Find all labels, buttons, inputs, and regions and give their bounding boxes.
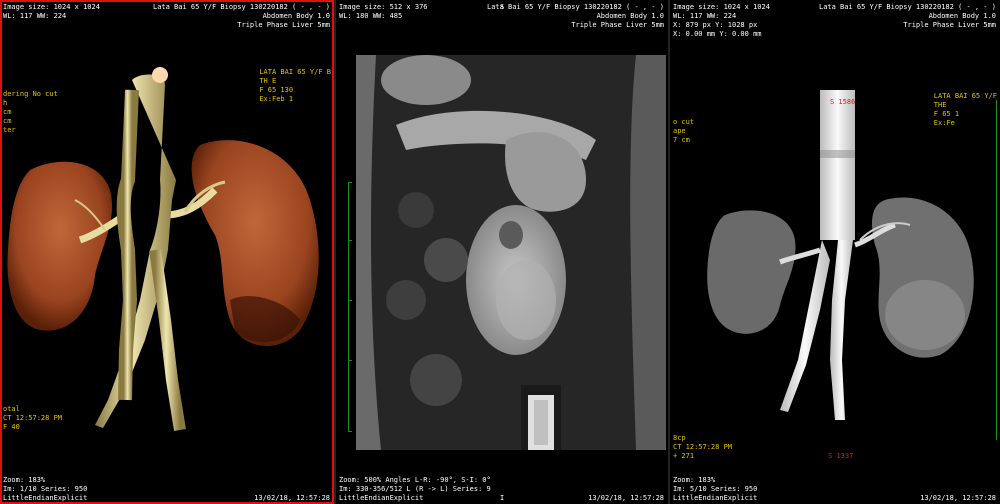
image-info-top-left: Image size: 512 x 376 WL: 180 WW: 485 bbox=[339, 3, 428, 21]
image-size-label: Image size: 1024 x 1024 bbox=[3, 3, 100, 11]
patient-name-label: Lata Bai 65 Y/F Biopsy 130220182 ( - , -… bbox=[152, 3, 330, 11]
transfer-syntax-label: LittleEndianExplicit bbox=[339, 494, 424, 502]
series-label: Triple Phase Liver 5mm bbox=[571, 21, 664, 29]
window-level-label: WL: 180 WW: 485 bbox=[339, 12, 403, 20]
transfer-syntax-label: LittleEndianExplicit bbox=[673, 494, 758, 502]
study-label: Abdomen Body 1.0 bbox=[596, 12, 664, 20]
bottom-side-info: 8cp CT 12:57:28 PM + 271 bbox=[673, 434, 733, 460]
zoom-label: Zoom: 183% bbox=[673, 476, 716, 484]
viewport-mip[interactable]: S 1586 S 1337 Image size: 1024 x 1024 WL… bbox=[670, 0, 1000, 504]
timestamp-label: 13/02/18, 12:57:28 bbox=[588, 494, 664, 502]
image-index-label: Im: 5/10 Series: 950 bbox=[673, 485, 758, 493]
patient-name-label: Lata Bai 65 Y/F Biopsy 130220182 ( - , -… bbox=[486, 3, 664, 11]
zoom-label: Zoom: 183% bbox=[3, 476, 46, 484]
image-index-label: Im: 1/10 Series: 950 bbox=[3, 485, 88, 493]
viewport-3d-vrt[interactable]: Image size: 1024 x 1024 WL: 117 WW: 224 … bbox=[0, 0, 334, 504]
timestamp-label: 13/02/18, 12:57:28 bbox=[254, 494, 330, 502]
window-level-label: WL: 117 WW: 224 bbox=[673, 12, 737, 20]
image-info-bottom-left: Zoom: 183% Im: 1/10 Series: 950 LittleEn… bbox=[3, 476, 87, 503]
study-label: Abdomen Body 1.0 bbox=[262, 12, 330, 20]
side-info-right: LATA BAI 65 Y/F THE F 65 1 Ex:Fe bbox=[933, 92, 997, 127]
cursor-mm-label: X: 0.00 mm Y: 0.00 mm bbox=[673, 30, 762, 38]
image-info-bottom-left: Zoom: 500% Angles L-R: -90°, S-I: 0° Im:… bbox=[339, 476, 491, 503]
image-size-label: Image size: 512 x 376 bbox=[339, 3, 428, 11]
side-info-right: LATA BAI 65 Y/F B TH E F 65 130 Ex:Feb 1 bbox=[259, 68, 331, 103]
patient-info-top-right: Lata Bai 65 Y/F Biopsy 130220182 ( - , -… bbox=[153, 3, 330, 30]
timestamp-label: 13/02/18, 12:57:28 bbox=[920, 494, 996, 502]
patient-info-top-right: Lata Bai 65 Y/F Biopsy 130220182 ( - , -… bbox=[487, 3, 664, 30]
study-label: Abdomen Body 1.0 bbox=[928, 12, 996, 20]
window-level-label: WL: 117 WW: 224 bbox=[3, 12, 67, 20]
scale-ruler bbox=[996, 100, 997, 440]
orientation-bottom-label: I bbox=[500, 494, 505, 502]
image-info-top-left: Image size: 1024 x 1024 WL: 117 WW: 224 … bbox=[673, 3, 770, 39]
side-info-left: dering No cut h cm cm ter bbox=[3, 90, 58, 134]
cursor-px-label: X: 879 px Y: 1028 px bbox=[673, 21, 758, 29]
image-info-top-left: Image size: 1024 x 1024 WL: 117 WW: 224 bbox=[3, 3, 100, 21]
patient-info-top-right: Lata Bai 65 Y/F Biopsy 130220182 ( - , -… bbox=[819, 3, 996, 30]
series-label: Triple Phase Liver 5mm bbox=[237, 21, 330, 29]
patient-name-label: Lata Bai 65 Y/F Biopsy 130220182 ( - , -… bbox=[818, 3, 996, 11]
mip-render-image bbox=[707, 90, 974, 420]
image-size-label: Image size: 1024 x 1024 bbox=[673, 3, 770, 11]
scale-ruler bbox=[348, 182, 349, 432]
marker-label-top: S 1586 bbox=[830, 98, 856, 106]
bottom-side-info: otal CT 12:57:28 PM F 40 bbox=[3, 405, 63, 431]
marker-label-bottom: S 1337 bbox=[828, 452, 854, 460]
zoom-angles-label: Zoom: 500% Angles L-R: -90°, S-I: 0° bbox=[339, 476, 491, 484]
image-index-label: Im: 330-356/512 L (R -> L) Series: 9 bbox=[339, 485, 491, 493]
series-label: Triple Phase Liver 5mm bbox=[903, 21, 996, 29]
transfer-syntax-label: LittleEndianExplicit bbox=[3, 494, 88, 502]
viewport-ct-coronal[interactable]: Image size: 512 x 376 WL: 180 WW: 485 S … bbox=[336, 0, 668, 504]
side-info-left: o cut ape 7 cm bbox=[673, 118, 695, 144]
ct-slice-image bbox=[356, 55, 666, 450]
image-info-bottom-left: Zoom: 183% Im: 5/10 Series: 950 LittleEn… bbox=[673, 476, 757, 503]
